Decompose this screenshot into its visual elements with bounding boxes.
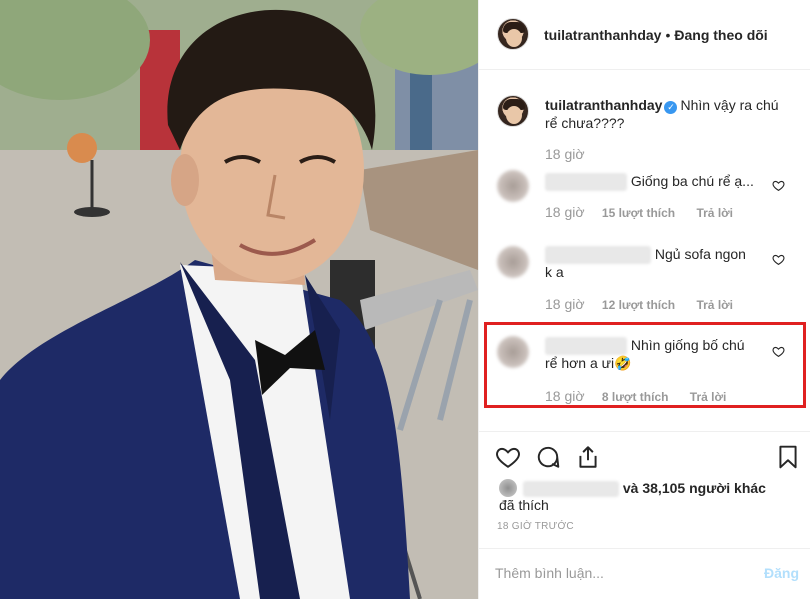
- commenter-avatar[interactable]: [497, 336, 529, 368]
- selfie-image: [0, 0, 478, 599]
- reply-button[interactable]: Trả lời: [690, 390, 727, 404]
- post-comment-button[interactable]: Đăng: [764, 565, 799, 581]
- commenter-username-blurred[interactable]: [545, 246, 651, 265]
- avatar-face: [506, 106, 522, 124]
- comment-time[interactable]: 18 giờ: [545, 296, 585, 312]
- comment-like-heart-icon[interactable]: [772, 179, 785, 192]
- liker-username-blurred[interactable]: [523, 481, 619, 498]
- comment-meta: 18 giờ 12 lượt thích Trả lời: [545, 296, 733, 312]
- add-comment-bar: Đăng: [479, 548, 810, 599]
- post-photo[interactable]: [0, 0, 478, 599]
- comment-meta: 18 giờ 15 lượt thích Trả lời: [545, 204, 733, 220]
- comment-input[interactable]: [495, 561, 745, 585]
- liked-label: đã thích: [499, 497, 549, 513]
- comment-body: Giống ba chú rể ạ...: [545, 172, 754, 192]
- commenter-username-blurred[interactable]: [545, 173, 627, 192]
- author-username-link[interactable]: tuilatranthanhday: [544, 27, 661, 43]
- action-bar: [479, 431, 810, 469]
- comment-icon[interactable]: [535, 444, 561, 470]
- caption-username-link[interactable]: tuilatranthanhday: [545, 97, 662, 113]
- comment-text-2: k a: [545, 264, 564, 280]
- following-button[interactable]: Đang theo dõi: [674, 27, 767, 43]
- comment-time[interactable]: 18 giờ: [545, 204, 585, 220]
- avatar-face: [506, 29, 522, 47]
- comment-body: Ngủ sofa ngon: [545, 245, 746, 265]
- post-header: tuilatranthanhday • Đang theo dõi: [479, 0, 810, 70]
- comment-like-count[interactable]: 15 lượt thích: [602, 206, 675, 220]
- comment-time[interactable]: 18 giờ: [545, 388, 585, 404]
- separator-dot: •: [665, 27, 671, 43]
- reply-button[interactable]: Trả lời: [696, 206, 733, 220]
- post-sidebar: tuilatranthanhday • Đang theo dõi tuilatra…: [478, 0, 810, 599]
- comment-like-count[interactable]: 8 lượt thích: [602, 390, 669, 404]
- likes-summary: và 38,105 người khác: [499, 478, 766, 498]
- commenter-avatar[interactable]: [497, 170, 529, 202]
- caption-line-1: tuilatranthanhday ✓ Nhìn vậy ra chú: [545, 96, 779, 114]
- liker-avatar[interactable]: [499, 479, 517, 497]
- heart-icon[interactable]: [495, 444, 521, 470]
- comment-meta: 18 giờ 8 lượt thích Trả lời: [545, 388, 726, 404]
- header-line: tuilatranthanhday • Đang theo dõi: [544, 27, 768, 43]
- comment-like-heart-icon[interactable]: [772, 345, 785, 358]
- post-timestamp[interactable]: 18 GIỜ TRƯỚC: [497, 521, 574, 532]
- commenter-username-blurred[interactable]: [545, 337, 627, 356]
- comment-body: Nhìn giống bố chú: [545, 336, 745, 356]
- caption-avatar[interactable]: [497, 95, 529, 127]
- reply-button[interactable]: Trả lời: [696, 298, 733, 312]
- comment-text: Nhìn giống bố chú: [630, 337, 745, 353]
- caption-time[interactable]: 18 giờ: [545, 146, 585, 162]
- comment-text: Giống ba chú rể ạ...: [630, 173, 754, 189]
- bookmark-icon[interactable]: [775, 444, 801, 470]
- caption-meta: 18 giờ: [545, 146, 585, 162]
- caption-text-1: Nhìn vậy ra chú: [680, 97, 779, 113]
- likes-count-link[interactable]: và 38,105 người khác: [623, 480, 766, 496]
- comment-text: Ngủ sofa ngon: [654, 246, 746, 262]
- comment-like-count[interactable]: 12 lượt thích: [602, 298, 675, 312]
- verified-badge-icon: ✓: [664, 101, 678, 114]
- caption-text-2: rể chưa????: [545, 115, 625, 131]
- comment-like-heart-icon[interactable]: [772, 253, 785, 266]
- share-icon[interactable]: [575, 444, 601, 470]
- commenter-avatar[interactable]: [497, 246, 529, 278]
- comment-text-2: rể hơn a ưi🤣: [545, 355, 632, 371]
- author-avatar[interactable]: [497, 18, 529, 50]
